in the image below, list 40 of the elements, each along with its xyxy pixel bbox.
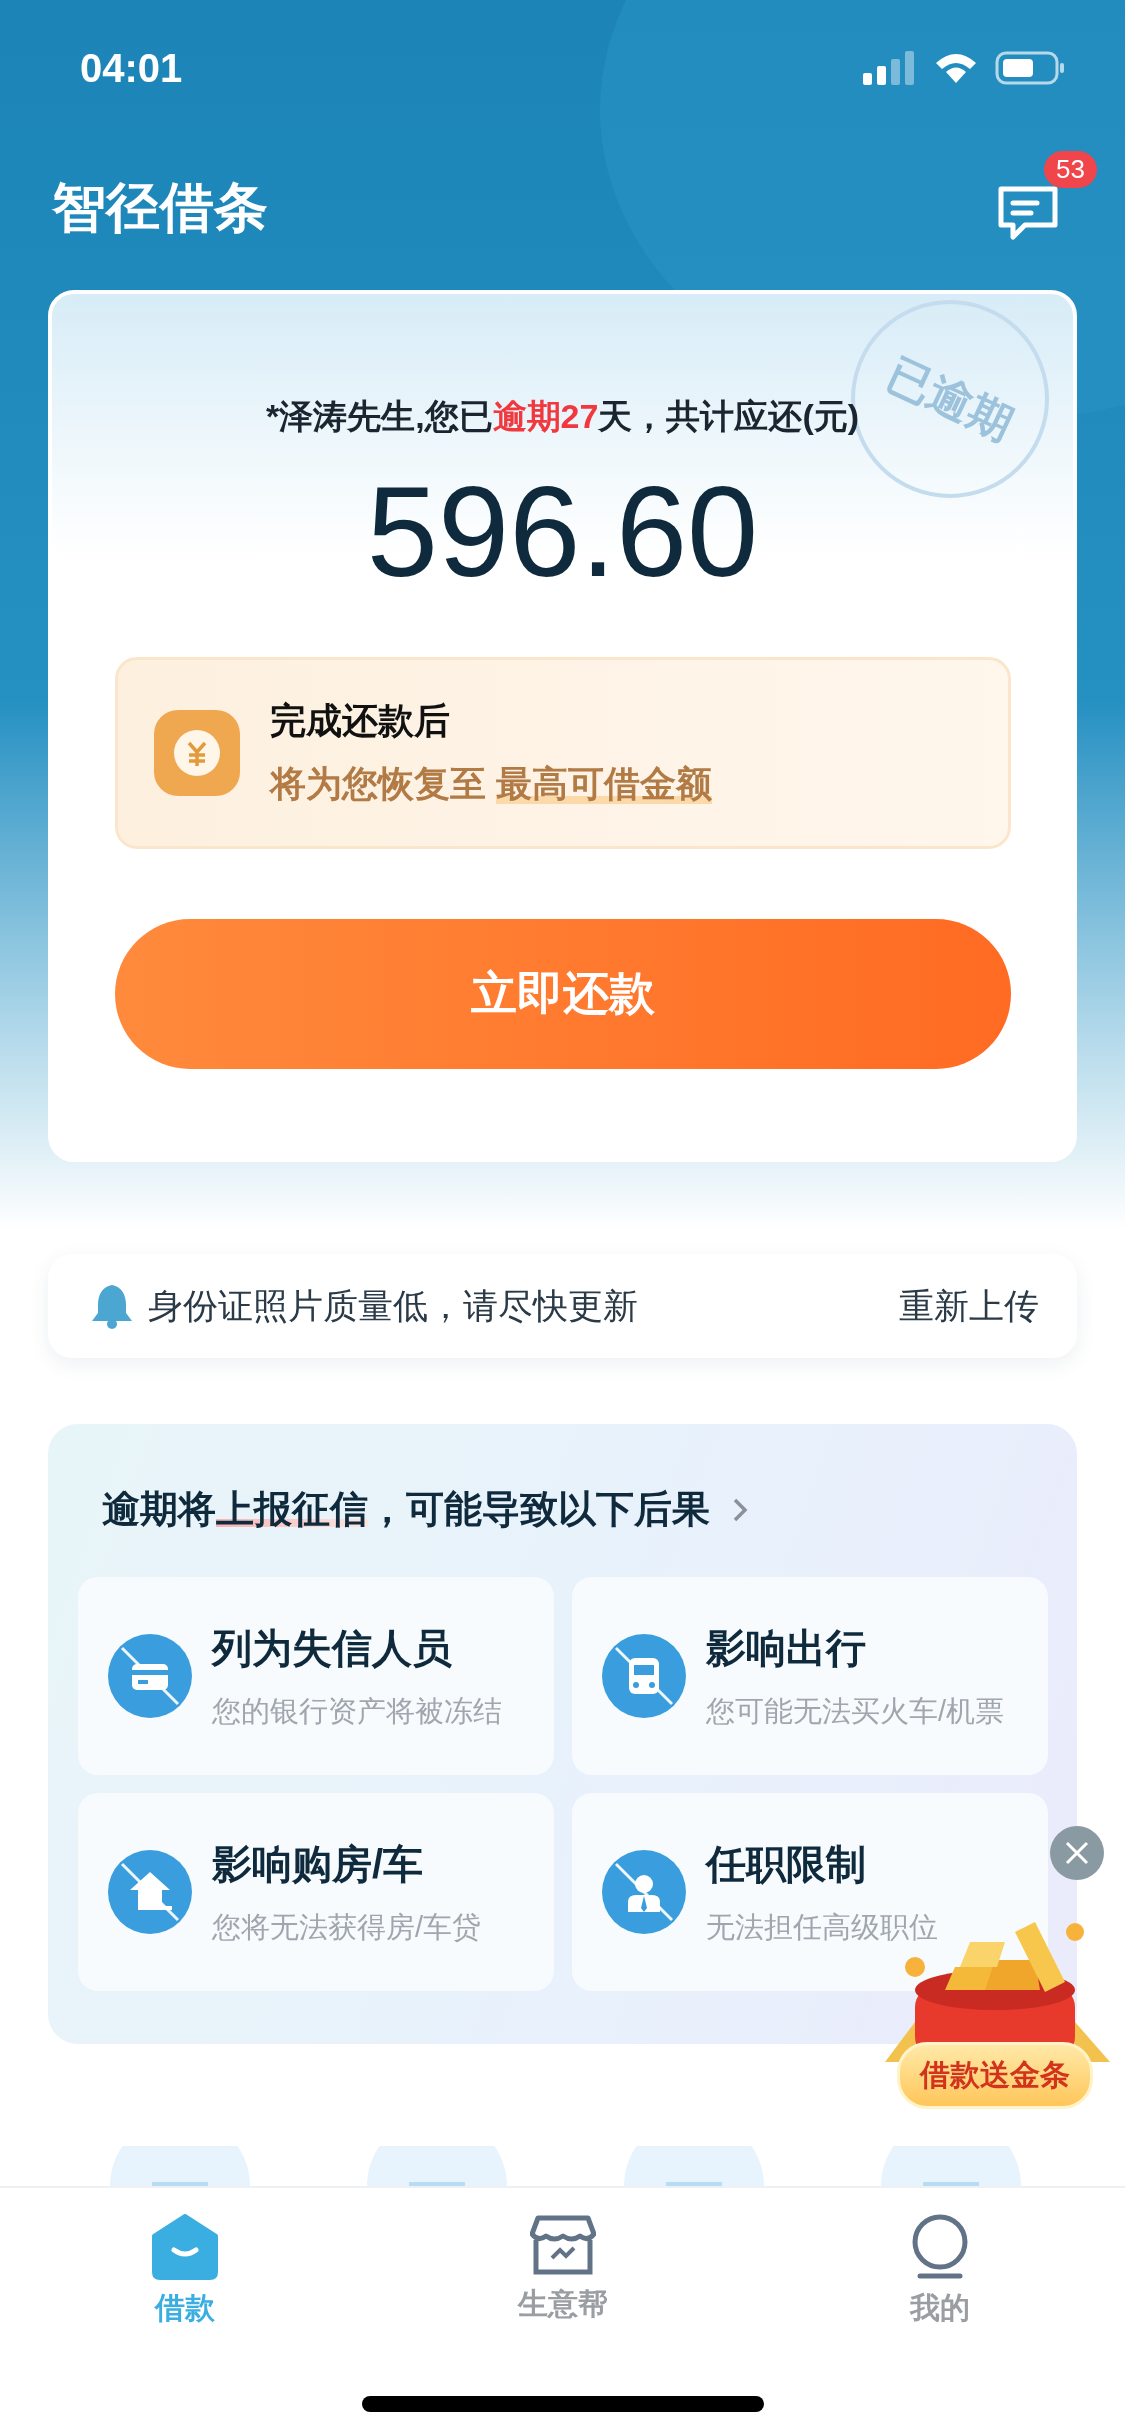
home-icon	[152, 2214, 218, 2280]
app-title: 智径借条	[52, 175, 268, 239]
consequence-description: 无法担任高级职位	[706, 1909, 938, 1945]
restriction-icon	[108, 1850, 192, 1934]
tab-item[interactable]: 生意帮	[482, 2214, 643, 2325]
reupload-link[interactable]: 重新上传	[899, 1282, 1039, 1330]
restriction-icon	[602, 1634, 686, 1718]
consequence-title: 任职限制	[706, 1840, 867, 1888]
consequence-title: 列为失信人员	[212, 1624, 453, 1672]
signal-icon	[863, 51, 917, 85]
status-time: 04:01	[80, 45, 183, 91]
bell-icon	[90, 1283, 134, 1329]
amount-due: 596.60	[366, 462, 759, 603]
shortcut-icon[interactable]	[881, 2146, 1021, 2186]
message-badge: 53	[1044, 151, 1097, 188]
consequences-title[interactable]: 逾期将上报征信，可能导致以下后果	[102, 1484, 710, 1535]
consequence-description: 您的银行资产将被冻结	[212, 1693, 502, 1729]
restriction-icon	[108, 1634, 192, 1718]
shortcut-icon[interactable]	[367, 2146, 507, 2186]
battery-icon	[995, 51, 1065, 85]
consequence-description: 您将无法获得房/车贷	[212, 1909, 482, 1945]
close-button[interactable]	[1050, 1826, 1104, 1880]
notice-text: 身份证照片质量低，请尽快更新	[148, 1284, 639, 1327]
promo-label[interactable]: 借款送金条	[896, 2042, 1093, 2109]
tab-item[interactable]: 我的	[860, 2214, 1020, 2329]
shortcut-icon[interactable]	[624, 2146, 764, 2186]
repay-button[interactable]: 立即还款	[114, 918, 1011, 1069]
promo-title: 完成还款后	[269, 698, 451, 743]
chevron-right-icon[interactable]	[732, 1496, 748, 1523]
restriction-icon	[602, 1850, 686, 1934]
tab-item[interactable]: 借款	[105, 2214, 265, 2329]
coin-icon	[153, 709, 240, 796]
promo-message: 将为您恢复至 最高可借金额	[269, 761, 712, 806]
shortcut-icon[interactable]	[110, 2146, 250, 2186]
close-icon	[1064, 1840, 1090, 1866]
profile-icon	[910, 2214, 970, 2280]
shop-icon	[529, 2214, 596, 2276]
consequence-description: 您可能无法买火车/机票	[706, 1693, 1005, 1729]
consequence-title: 影响出行	[706, 1624, 867, 1672]
consequence-title: 影响购房/车	[212, 1840, 425, 1888]
